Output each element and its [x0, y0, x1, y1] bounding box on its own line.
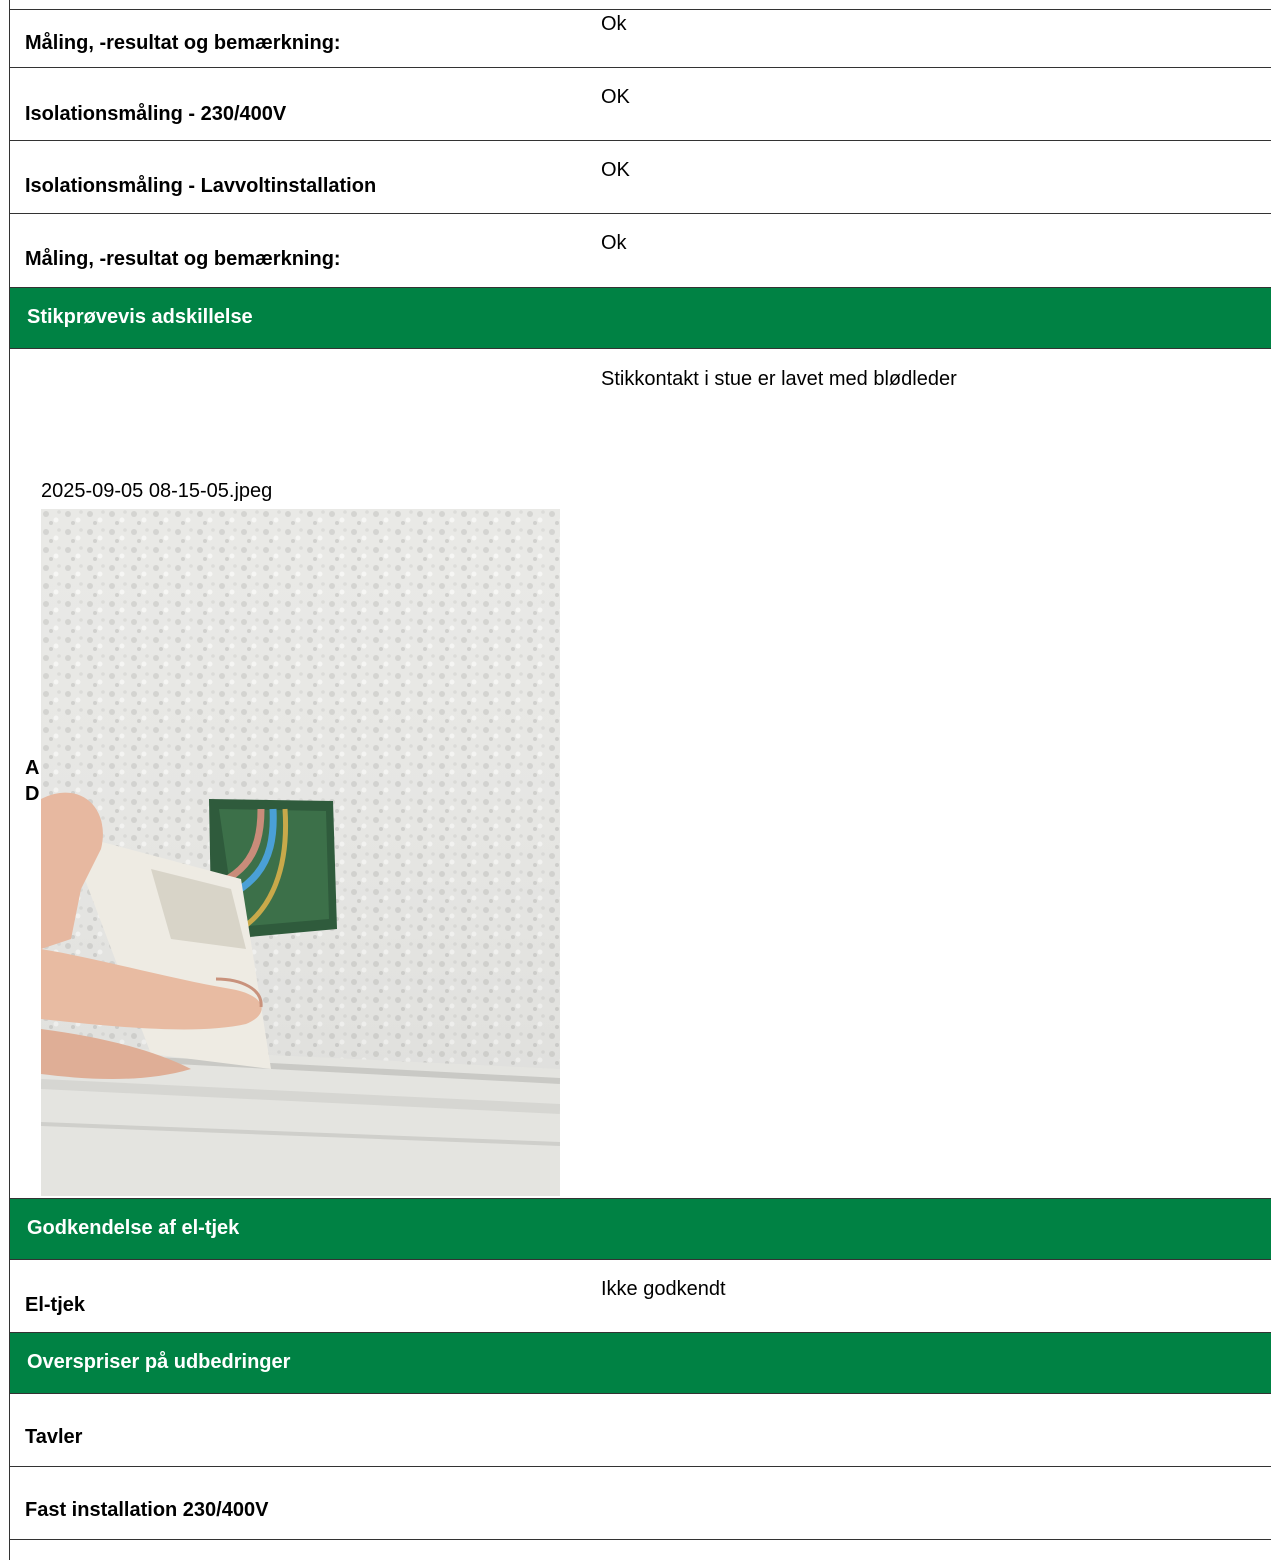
row-label: Isolationsmåling - 230/400V	[25, 103, 287, 125]
row-value: Ikke godkendt	[601, 1278, 726, 1300]
row-label-partial: D	[25, 783, 40, 805]
section-header-sample: Stikprøvevis adskillelse	[10, 287, 1271, 348]
table-row: El-tjek Ikke godkendt	[10, 1259, 1271, 1332]
row-label: Måling, -resultat og bemærkning:	[25, 248, 341, 270]
sample-remark: Stikkontakt i stue er lavet med blødlede…	[601, 368, 957, 390]
row-label: Tavler	[25, 1426, 83, 1448]
photo-filename: 2025-09-05 08-15-05.jpeg	[41, 480, 273, 502]
table-row: Fast installation 230/400V	[10, 1466, 1271, 1539]
table-row: Isolationsmåling - Lavvoltinstallation O…	[10, 140, 1271, 213]
row-value: OK	[601, 159, 630, 181]
section-header-prices: Overspriser på udbedringer	[10, 1332, 1271, 1393]
section-header-approval: Godkendelse af el-tjek	[10, 1198, 1271, 1259]
row-value: Ok	[601, 232, 627, 254]
table-row	[10, 1539, 1271, 1560]
table-row: Måling, -resultat og bemærkning: Ok	[10, 213, 1271, 287]
table-row: Tavler	[10, 1393, 1271, 1466]
section-title: Overspriser på udbedringer	[27, 1351, 291, 1373]
row-label: Fast installation 230/400V	[25, 1499, 269, 1521]
section-title: Godkendelse af el-tjek	[27, 1217, 240, 1239]
row-value: OK	[601, 86, 630, 108]
section-title: Stikprøvevis adskillelse	[27, 306, 253, 328]
socket-photo	[41, 509, 560, 1196]
row-value: Ok	[601, 13, 627, 35]
report-sheet: Måling, -resultat og bemærkning: Ok Isol…	[9, 0, 1271, 1560]
row-label: El-tjek	[25, 1294, 86, 1316]
row-label: Måling, -resultat og bemærkning:	[25, 32, 341, 54]
table-row: Måling, -resultat og bemærkning: Ok	[10, 9, 1271, 67]
row-label-partial: A	[25, 757, 40, 779]
table-row: Isolationsmåling - 230/400V OK	[10, 67, 1271, 140]
row-label: Isolationsmåling - Lavvoltinstallation	[25, 175, 377, 197]
